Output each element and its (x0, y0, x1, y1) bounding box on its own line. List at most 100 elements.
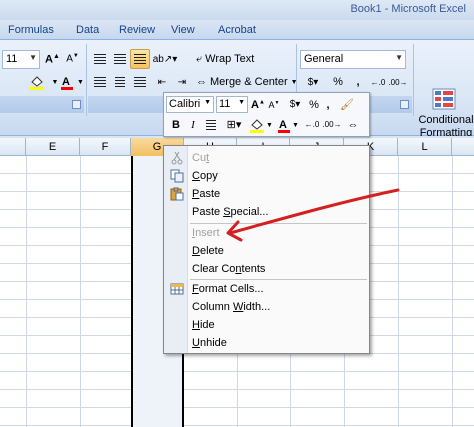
align-right-button[interactable] (130, 72, 150, 92)
tab-review[interactable]: Review (119, 24, 155, 36)
menu-item-hide[interactable]: Hide (165, 316, 368, 334)
font-size-select[interactable]: 11 ▼ (2, 50, 40, 69)
increase-font-button[interactable]: A▲ (43, 49, 62, 69)
fill-color-icon: ▼ (250, 118, 273, 133)
svg-text:A: A (62, 76, 70, 88)
decrease-font-button[interactable]: A▼ (63, 49, 82, 69)
mini-italic-button[interactable]: I (185, 116, 201, 133)
mini-increase-decimal-button[interactable]: ←.0 (302, 116, 322, 133)
menu-item-insert[interactable]: Insert (165, 224, 368, 242)
mini-borders-button[interactable]: ⊞▾ (222, 116, 246, 133)
font-color-button[interactable]: A (57, 72, 77, 92)
bottom-align-button[interactable] (130, 49, 150, 69)
mini-decrease-decimal-button[interactable]: .00→ (322, 116, 342, 133)
mini-shrink-font-button[interactable]: A▼ (266, 96, 282, 113)
increase-decimal-icon: ←.0 (304, 120, 320, 129)
increase-indent-icon: ⇥ (177, 76, 187, 88)
wrap-text-icon: ⤶ (196, 52, 203, 65)
decrease-indent-button[interactable]: ⇤ (152, 72, 172, 92)
chevron-down-icon: ▼ (77, 78, 84, 86)
svg-text:A: A (279, 119, 287, 131)
paste-icon (170, 187, 184, 201)
percent-button[interactable]: % (328, 72, 348, 92)
menu-item-paste-special[interactable]: Paste Special... (165, 203, 368, 221)
decrease-decimal-icon: .00→ (322, 120, 342, 129)
font-color-dropdown[interactable]: ▼ (76, 72, 85, 92)
mini-bold-button[interactable]: B (168, 116, 184, 133)
menu-item-label: Column Width... (192, 301, 271, 313)
mini-font-size-value: 11 (219, 98, 231, 110)
font-color-icon: A ▼ (278, 119, 299, 133)
tab-acrobat[interactable]: Acrobat (218, 24, 256, 36)
middle-align-button[interactable] (110, 49, 130, 69)
increase-decimal-button[interactable]: ←.0 (368, 72, 388, 92)
decrease-decimal-button[interactable]: .00→ (388, 72, 408, 92)
wrap-text-button[interactable]: ⤶ Wrap Text (192, 49, 284, 69)
chevron-down-icon: ▼ (238, 99, 245, 106)
menu-item-label: Paste (192, 188, 221, 200)
svg-text:▼: ▼ (266, 122, 273, 129)
menu-item-column-width[interactable]: Column Width... (165, 298, 368, 316)
menu-item-copy[interactable]: Copy (165, 167, 368, 185)
menu-item-paste[interactable]: Paste (165, 185, 368, 203)
currency-button[interactable]: $▾ (300, 72, 326, 92)
merge-center-label: Merge & Center (210, 76, 288, 88)
mini-percent-button[interactable]: % (307, 96, 321, 113)
number-dialog-launcher-icon[interactable] (400, 100, 409, 109)
conditional-formatting-icon (432, 88, 456, 110)
scissors-icon (171, 151, 183, 165)
window-title: Book1 - Microsoft Excel (350, 3, 466, 15)
decrease-decimal-icon: .00→ (388, 77, 408, 87)
tab-data[interactable]: Data (76, 24, 99, 36)
gridline (398, 156, 399, 427)
number-format-select[interactable]: General ▼ (300, 50, 406, 69)
mini-center-button[interactable] (202, 116, 220, 133)
menu-item-delete[interactable]: Delete (165, 242, 368, 260)
mini-merge-button[interactable]: ⇔ (344, 116, 362, 133)
top-align-button[interactable] (90, 49, 110, 69)
menu-item-format-cells[interactable]: Format Cells... (165, 280, 368, 298)
tab-view[interactable]: View (171, 24, 195, 36)
mini-grow-font-button[interactable]: A▲ (250, 96, 266, 113)
fill-color-button[interactable] (26, 72, 48, 92)
column-header-l[interactable]: L (398, 138, 452, 156)
mini-font-color-button[interactable]: A ▼ (276, 116, 300, 133)
mini-format-painter-button[interactable]: 🖌 (336, 96, 358, 113)
wrap-text-label: Wrap Text (205, 53, 255, 65)
mini-font-size-select[interactable]: 11 ▼ (216, 96, 248, 113)
tab-formulas[interactable]: Formulas (8, 24, 54, 36)
menu-item-clear-contents[interactable]: Clear Contents (165, 260, 368, 278)
column-header-e[interactable]: E (26, 138, 80, 156)
column-header-partial[interactable] (0, 138, 26, 156)
mini-comma-label: , (326, 98, 330, 111)
font-dialog-launcher-icon[interactable] (72, 100, 81, 109)
bottom-align-icon (134, 54, 146, 64)
column-header-f[interactable]: F (80, 138, 131, 156)
mini-fill-color-button[interactable]: ▼ (248, 116, 274, 133)
orientation-button[interactable]: ab↗▾ (152, 49, 178, 69)
menu-item-cut[interactable]: Cut (165, 149, 368, 167)
middle-align-icon (114, 54, 126, 64)
svg-text:▼: ▼ (292, 122, 299, 129)
mini-comma-button[interactable]: , (322, 96, 334, 113)
increase-indent-button[interactable]: ⇥ (172, 72, 192, 92)
menu-item-unhide[interactable]: Unhide (165, 334, 368, 352)
decrease-indent-icon: ⇤ (157, 76, 167, 88)
chevron-down-icon: ▼ (395, 53, 403, 62)
orientation-icon: ab↗▾ (152, 53, 178, 65)
increase-font-icon: A▲ (45, 52, 60, 66)
group-separator (86, 44, 87, 116)
mini-toolbar: Calibri ▼ 11 ▼ A▲ A▼ $▾ % , 🖌 B I ⊞▾ ▼ A… (163, 92, 370, 137)
gridline (80, 156, 81, 427)
decrease-font-icon: A▼ (268, 99, 280, 110)
copy-icon (170, 169, 184, 183)
align-left-button[interactable] (90, 72, 110, 92)
mini-currency-button[interactable]: $▾ (284, 96, 306, 113)
comma-button[interactable]: , (350, 72, 366, 92)
mini-font-name-select[interactable]: Calibri ▼ (166, 96, 214, 113)
merge-center-button[interactable]: ⇔ Merge & Center ▼ (192, 72, 298, 92)
align-center-button[interactable] (110, 72, 130, 92)
menu-item-label: Paste Special... (192, 206, 269, 218)
menu-item-label: Unhide (192, 337, 227, 349)
title-bar: Book1 - Microsoft Excel (0, 0, 474, 20)
